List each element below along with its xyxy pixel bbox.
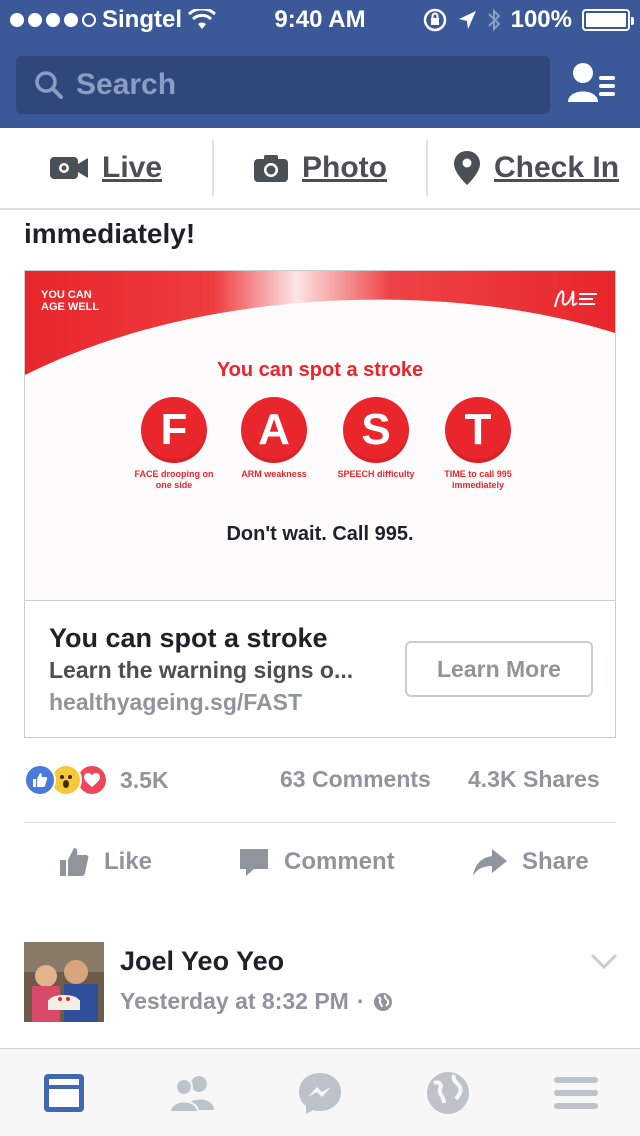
menu-tab[interactable] <box>552 1071 600 1115</box>
battery-percent: 100% <box>510 6 572 33</box>
shares-count[interactable]: 4.3K Shares <box>468 766 600 793</box>
news-feed-tab[interactable] <box>40 1071 88 1115</box>
link-url: healthyageing.sg/FAST <box>49 689 303 715</box>
rotation-lock-icon <box>423 8 446 32</box>
search-bar[interactable]: Search <box>16 56 550 114</box>
search-icon <box>35 71 63 99</box>
photo-button[interactable]: Photo <box>254 128 387 208</box>
link-title: You can spot a stroke <box>49 623 328 653</box>
bluetooth-icon <box>487 8 501 32</box>
comment-button[interactable]: Comment <box>238 838 395 886</box>
bottom-tab-bar <box>0 1048 640 1136</box>
link-description: Learn the warning signs o... <box>49 657 354 683</box>
reactions-summary[interactable]: 3.5K <box>24 762 169 798</box>
news-feed: immediately! YOU CAN AGE WELL You can sp… <box>0 210 640 1128</box>
post-text: immediately! <box>24 218 196 249</box>
news-feed-icon <box>44 1074 84 1112</box>
like-reaction-icon <box>24 764 56 796</box>
video-camera-icon <box>50 157 88 179</box>
like-button[interactable]: Like <box>58 838 152 886</box>
share-button[interactable]: Share <box>472 838 589 886</box>
ad-call-text: Don't wait. Call 995. <box>226 523 414 545</box>
comment-bubble-icon <box>240 849 268 876</box>
composer-divider <box>426 140 428 196</box>
check-in-label: Check In <box>494 151 620 184</box>
link-preview-card[interactable]: YOU CAN AGE WELL You can spot a stroke F… <box>24 270 616 738</box>
author-name[interactable]: Joel Yeo Yeo <box>120 946 284 977</box>
friends-icon <box>168 1076 214 1112</box>
check-in-button[interactable]: Check In <box>454 128 619 208</box>
live-label: Live <box>102 151 163 184</box>
post-timestamp[interactable]: Yesterday at 8:32 PM <box>120 988 349 1015</box>
fast-letter-t: T <box>445 397 511 463</box>
ad-brand-text: YOU CAN AGE WELL <box>41 289 100 313</box>
fast-letter-s: S <box>343 397 409 463</box>
health-board-logo <box>554 290 597 308</box>
comments-count[interactable]: 63 Comments <box>280 766 431 793</box>
share-arrow-icon <box>473 849 507 876</box>
notifications-tab[interactable] <box>424 1071 472 1115</box>
chevron-down-icon[interactable] <box>590 952 618 972</box>
contacts-icon[interactable] <box>566 60 618 108</box>
next-post-header: Joel Yeo Yeo Yesterday at 8:32 PM · <box>0 918 640 1048</box>
live-button[interactable]: Live <box>50 128 162 208</box>
composer-divider <box>212 140 214 196</box>
globe-privacy-icon <box>373 992 392 1011</box>
search-placeholder: Search <box>76 68 177 101</box>
photo-label: Photo <box>302 151 387 184</box>
fast-letter-f: F <box>141 397 207 463</box>
ad-headline: You can spot a stroke <box>216 359 424 381</box>
menu-icon <box>554 1077 598 1109</box>
camera-icon <box>254 155 288 182</box>
actions-divider <box>24 822 616 823</box>
fast-label-time: TIME to call 995 immediately <box>444 469 512 490</box>
learn-more-button[interactable]: Learn More <box>405 641 593 697</box>
fast-label-arm: ARM weakness <box>241 469 307 479</box>
top-header: Singtel 9:40 AM 100% Search <box>0 0 640 128</box>
thumbs-up-icon <box>60 848 89 876</box>
reactions-count: 3.5K <box>120 766 169 793</box>
messenger-icon <box>299 1073 341 1114</box>
status-bar: Singtel 9:40 AM 100% <box>0 0 640 40</box>
map-pin-icon <box>454 151 480 185</box>
fast-label-speech: SPEECH difficulty <box>337 469 415 479</box>
meta-separator: · <box>356 988 365 1014</box>
fast-label-face: FACE drooping on one side <box>134 469 214 490</box>
status-indicators: 100% <box>423 6 634 34</box>
comment-label: Comment <box>284 848 395 875</box>
ad-image[interactable]: YOU CAN AGE WELL You can spot a stroke F… <box>25 271 615 601</box>
post-meta: Yesterday at 8:32 PM · <box>120 988 393 1015</box>
like-label: Like <box>104 848 153 875</box>
friends-tab[interactable] <box>168 1071 216 1115</box>
composer-bar: Live Photo Check In <box>0 128 640 210</box>
globe-icon <box>427 1072 469 1114</box>
location-arrow-icon <box>458 11 476 29</box>
messenger-tab[interactable] <box>296 1071 344 1115</box>
author-avatar[interactable] <box>24 942 104 1022</box>
battery-icon <box>582 9 634 31</box>
fast-letter-a: A <box>241 397 307 463</box>
share-label: Share <box>522 848 589 875</box>
